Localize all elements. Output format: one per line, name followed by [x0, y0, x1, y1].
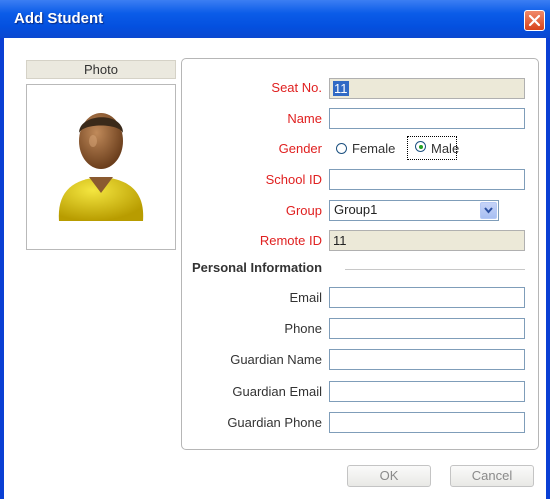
- gender-female-label[interactable]: Female: [352, 141, 395, 156]
- dialog-title: Add Student: [14, 10, 104, 27]
- school-id-field[interactable]: [329, 169, 525, 190]
- photo-box[interactable]: [26, 84, 176, 250]
- guardian-name-field[interactable]: [329, 349, 525, 370]
- email-field[interactable]: [329, 287, 525, 308]
- add-student-dialog: Add Student Photo Seat No. 11 Name Gende…: [0, 0, 550, 499]
- gender-male-label[interactable]: Male: [431, 141, 459, 156]
- cancel-button[interactable]: Cancel: [450, 465, 534, 487]
- guardian-phone-field[interactable]: [329, 412, 525, 433]
- name-label: Name: [287, 111, 322, 126]
- group-dropdown[interactable]: Group1: [329, 200, 499, 221]
- close-button[interactable]: [524, 10, 545, 31]
- group-value: Group1: [334, 202, 378, 217]
- phone-field[interactable]: [329, 318, 525, 339]
- student-form: Seat No. 11 Name Gender Female Male Scho…: [181, 58, 539, 450]
- close-icon: [528, 14, 541, 27]
- person-avatar-icon: [58, 113, 144, 221]
- section-divider: [345, 269, 525, 270]
- guardian-email-field[interactable]: [329, 381, 525, 402]
- chevron-down-icon: [484, 207, 493, 214]
- school-id-label: School ID: [265, 172, 322, 187]
- remote-id-field[interactable]: 11: [329, 230, 525, 251]
- ok-button[interactable]: OK: [347, 465, 431, 487]
- dialog-body: Photo Seat No. 11 Name Gender Female Mal…: [4, 38, 546, 499]
- phone-label: Phone: [284, 321, 322, 336]
- guardian-email-label: Guardian Email: [232, 384, 322, 399]
- title-bar[interactable]: Add Student: [0, 0, 550, 38]
- gender-label: Gender: [278, 141, 322, 156]
- group-dropdown-button[interactable]: [480, 202, 497, 219]
- seat-no-label: Seat No.: [271, 80, 322, 95]
- seat-no-value: 11: [333, 81, 349, 96]
- personal-info-heading: Personal Information: [192, 260, 323, 275]
- guardian-name-label: Guardian Name: [230, 352, 322, 367]
- guardian-phone-label: Guardian Phone: [227, 415, 322, 430]
- group-label: Group: [285, 203, 322, 218]
- photo-label: Photo: [26, 60, 176, 79]
- gender-male-radio[interactable]: [415, 141, 426, 152]
- seat-no-field[interactable]: 11: [329, 78, 525, 99]
- email-label: Email: [289, 290, 322, 305]
- name-field[interactable]: [329, 108, 525, 129]
- remote-id-label: Remote ID: [259, 233, 322, 248]
- gender-female-radio[interactable]: [336, 143, 347, 154]
